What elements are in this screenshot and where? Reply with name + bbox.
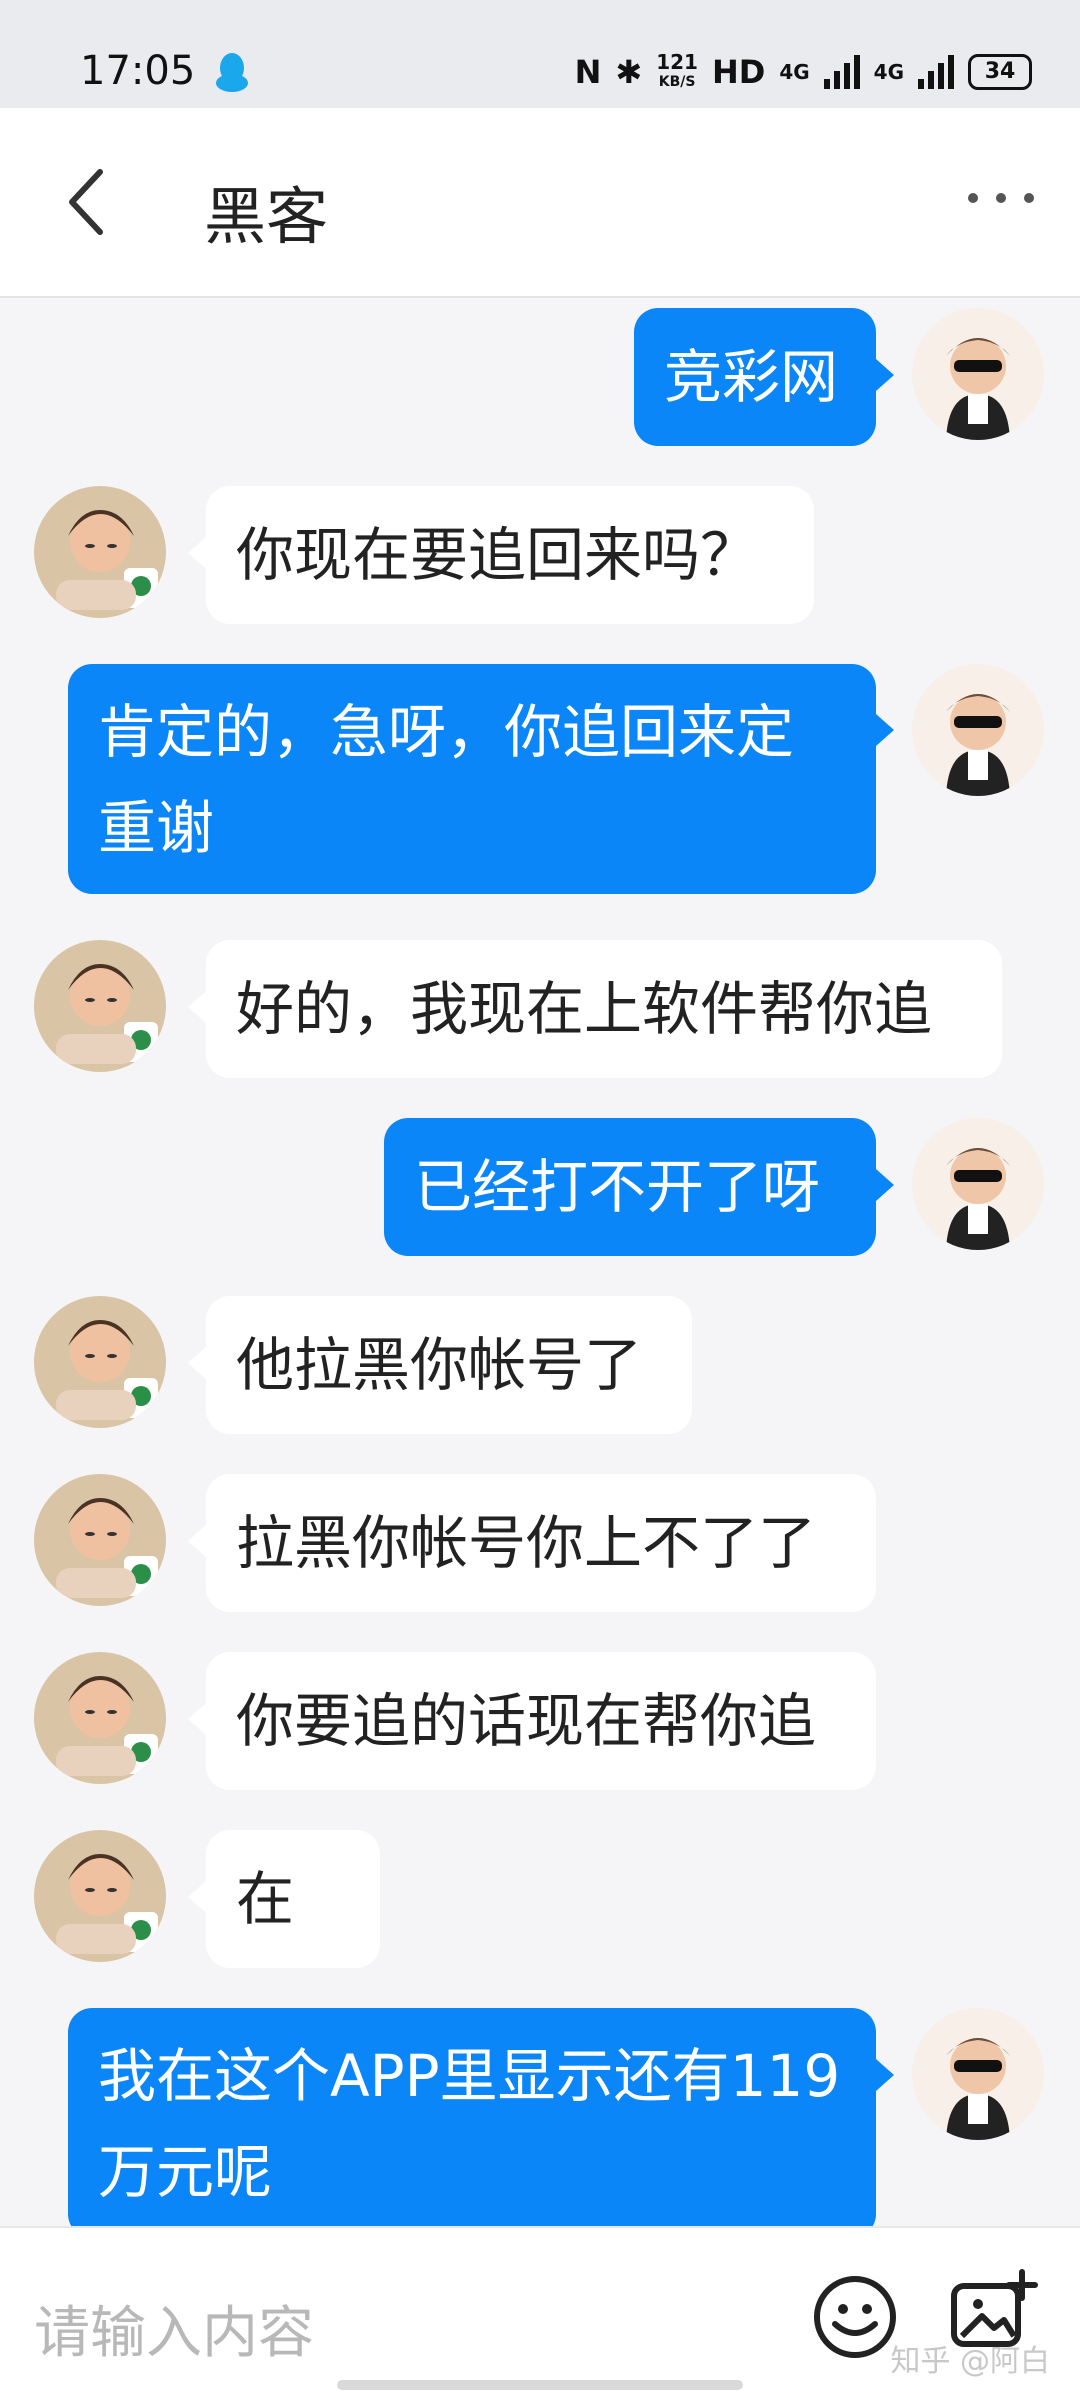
network-speed: 121 KB/S — [656, 50, 698, 90]
avatar[interactable] — [34, 1652, 166, 1784]
message-input-bar[interactable]: 请输入内容 知乎 @阿白 — [0, 2226, 1080, 2402]
bubble-tail — [188, 1881, 206, 1913]
avatar[interactable] — [34, 1474, 166, 1606]
avatar[interactable] — [34, 486, 166, 618]
network-type-1: 4G — [779, 60, 810, 84]
message-bubble: 肯定的，急呀，你追回来定重谢 — [68, 664, 876, 894]
chat-title: 黑客 — [204, 180, 329, 253]
bubble-tail — [876, 2059, 894, 2091]
network-type-2: 4G — [873, 60, 904, 84]
status-time: 17:05 — [80, 48, 196, 94]
nfc-icon: N — [574, 53, 602, 91]
watermark: 知乎 @阿白 — [890, 2344, 1050, 2379]
qq-icon — [216, 53, 248, 92]
status-bar: 17:05 N ✱ 121 KB/S HD 4G 4G 34 — [0, 0, 1080, 108]
home-indicator[interactable] — [337, 2380, 743, 2390]
bubble-tail — [876, 714, 894, 746]
message-list[interactable]: 竞彩网 你现在要追回来吗？ 肯定的，急呀，你追回来定重谢 好的，我现在上软件帮你… — [0, 296, 1080, 2226]
bubble-tail — [876, 359, 894, 391]
bubble-tail — [188, 1347, 206, 1379]
bubble-tail — [188, 1525, 206, 1557]
avatar[interactable] — [912, 308, 1044, 440]
bubble-tail — [188, 1703, 206, 1735]
avatar[interactable] — [912, 1118, 1044, 1250]
signal-icon — [823, 55, 860, 89]
message-bubble: 竞彩网 — [634, 308, 876, 446]
more-options-icon[interactable] — [968, 193, 1034, 203]
message-bubble: 他拉黑你帐号了 — [206, 1296, 692, 1434]
back-arrow-icon[interactable] — [62, 166, 112, 238]
message-bubble: 我在这个APP里显示还有119万元呢 — [68, 2008, 876, 2226]
avatar[interactable] — [912, 664, 1044, 796]
signal-icon-2 — [918, 55, 954, 89]
bluetooth-icon: ✱ — [615, 53, 643, 91]
message-bubble: 你现在要追回来吗？ — [206, 486, 814, 624]
message-input[interactable]: 请输入内容 — [34, 2288, 314, 2369]
chat-header: 黑客 — [0, 108, 1080, 298]
message-bubble: 拉黑你帐号你上不了了 — [206, 1474, 876, 1612]
avatar[interactable] — [34, 1830, 166, 1962]
message-bubble: 在吗 — [206, 1830, 380, 2071]
emoji-icon[interactable] — [810, 2272, 900, 2362]
avatar[interactable] — [34, 940, 166, 1072]
bubble-tail — [188, 991, 206, 1023]
avatar[interactable] — [912, 2008, 1044, 2140]
status-icons: N ✱ 121 KB/S HD 4G 4G 34 — [575, 52, 1032, 92]
message-bubble: 你要追的话现在帮你追 — [206, 1652, 876, 1790]
message-bubble: 已经打不开了呀 — [384, 1118, 876, 1256]
hd-label: HD — [711, 53, 766, 91]
battery-icon: 34 — [968, 54, 1032, 90]
bubble-tail — [876, 1169, 894, 1201]
bubble-tail — [188, 537, 206, 569]
avatar[interactable] — [34, 1296, 166, 1428]
message-bubble: 好的，我现在上软件帮你追 — [206, 940, 1002, 1078]
